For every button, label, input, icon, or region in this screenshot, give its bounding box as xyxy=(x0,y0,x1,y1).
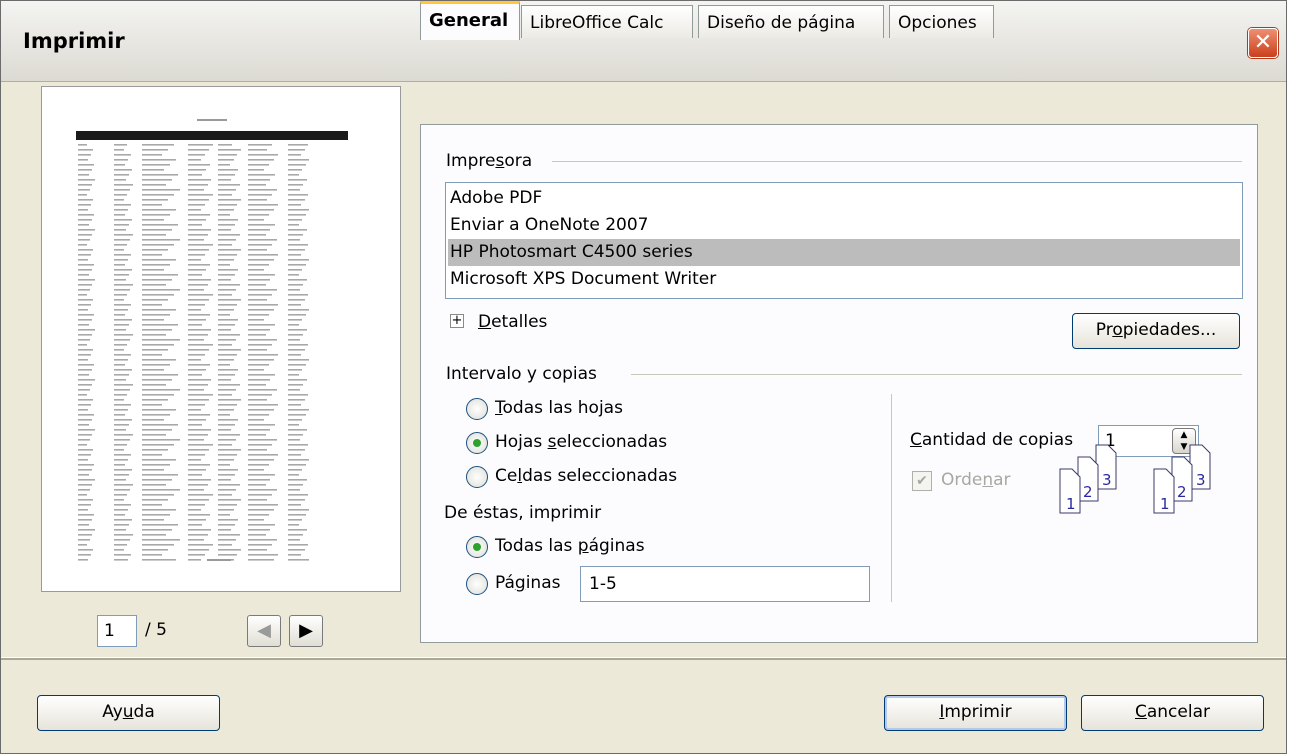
range-copies-section-divider xyxy=(631,374,1242,375)
copies-count-label: Cantidad de copias xyxy=(910,430,1074,450)
print-dialog: Imprimir ✕ 1 / 5 ◀ ▶ General LibreOffice… xyxy=(0,0,1287,754)
preview-page-number-value: 1 xyxy=(104,621,115,641)
preview-page-number-input[interactable]: 1 xyxy=(97,615,137,647)
all-sheets-label[interactable]: Todas las hojas xyxy=(495,398,623,418)
selected-sheets-label[interactable]: Hojas seleccionadas xyxy=(495,432,667,452)
tab-page-layout-label: Diseño de página xyxy=(707,13,856,33)
printer-item-hp-photosmart[interactable]: HP Photosmart C4500 series xyxy=(448,239,1240,266)
page-preview xyxy=(41,86,401,592)
selected-sheets-radio[interactable] xyxy=(466,432,488,454)
tab-options-label: Opciones xyxy=(898,13,977,33)
print-button[interactable]: Imprimir xyxy=(884,695,1067,731)
svg-text:1: 1 xyxy=(1066,495,1076,513)
printer-section-label: Impresora xyxy=(446,151,533,171)
collate-label[interactable]: Ordenar xyxy=(941,470,1011,490)
help-button[interactable]: Ayuda xyxy=(37,695,220,731)
pages-label[interactable]: Páginas xyxy=(495,573,560,593)
radio-selected-dot xyxy=(473,543,481,551)
details-expand-icon[interactable]: + xyxy=(450,314,464,328)
check-icon: ✔ xyxy=(916,473,928,489)
footer-divider xyxy=(1,657,1286,660)
radio-selected-dot xyxy=(473,439,481,447)
pages-radio[interactable] xyxy=(466,573,488,595)
tab-libreoffice-calc[interactable]: LibreOffice Calc xyxy=(521,5,693,38)
tab-options[interactable]: Opciones xyxy=(889,5,994,38)
properties-button[interactable]: Propiedades... xyxy=(1072,313,1240,349)
dialog-title: Imprimir xyxy=(23,29,125,53)
svg-text:3: 3 xyxy=(1102,471,1112,489)
close-button[interactable]: ✕ xyxy=(1248,28,1278,58)
spin-up-icon[interactable]: ▲ xyxy=(1173,429,1195,441)
selected-cells-label[interactable]: Celdas seleccionadas xyxy=(495,466,677,486)
svg-text:2: 2 xyxy=(1083,483,1093,501)
triangle-left-icon: ◀ xyxy=(257,620,271,641)
printer-section-divider xyxy=(552,161,1242,162)
previous-page-button[interactable]: ◀ xyxy=(247,615,281,647)
collate-illustration: 3 2 1 3 2 1 xyxy=(1059,444,1211,514)
printer-item-adobe-pdf[interactable]: Adobe PDF xyxy=(448,185,1240,212)
close-icon: ✕ xyxy=(1253,30,1273,55)
printer-item-onenote[interactable]: Enviar a OneNote 2007 xyxy=(448,212,1240,239)
cancel-button[interactable]: Cancelar xyxy=(1081,695,1264,731)
triangle-right-icon: ▶ xyxy=(299,620,313,641)
collated-pages-icon: 3 2 1 xyxy=(1059,444,1117,514)
preview-page-total: / 5 xyxy=(145,620,167,640)
all-pages-label[interactable]: Todas las páginas xyxy=(495,536,645,556)
print-from-label: De éstas, imprimir xyxy=(444,503,602,523)
range-copies-section-label: Intervalo y copias xyxy=(446,364,597,384)
printer-item-xps-writer[interactable]: Microsoft XPS Document Writer xyxy=(448,266,1240,293)
pages-range-input[interactable]: 1-5 xyxy=(580,566,870,602)
preview-page-thumbnail xyxy=(76,119,348,561)
uncollated-pages-icon: 3 2 1 xyxy=(1153,444,1211,514)
all-sheets-radio[interactable] xyxy=(466,398,488,420)
svg-text:2: 2 xyxy=(1177,483,1187,501)
pages-range-value: 1-5 xyxy=(589,574,617,594)
collate-checkbox[interactable]: ✔ xyxy=(912,471,932,491)
tab-general[interactable]: General xyxy=(420,1,520,40)
tab-libreoffice-calc-label: LibreOffice Calc xyxy=(530,13,664,33)
all-pages-radio[interactable] xyxy=(466,536,488,558)
tab-page-layout[interactable]: Diseño de página xyxy=(698,5,884,38)
tab-general-label: General xyxy=(429,10,509,31)
printer-list[interactable]: Adobe PDF Enviar a OneNote 2007 HP Photo… xyxy=(445,182,1243,299)
next-page-button[interactable]: ▶ xyxy=(289,615,323,647)
svg-text:1: 1 xyxy=(1160,495,1170,513)
copies-divider xyxy=(891,394,892,602)
details-label[interactable]: Detalles xyxy=(478,312,547,332)
selected-cells-radio[interactable] xyxy=(466,466,488,488)
svg-text:3: 3 xyxy=(1196,471,1206,489)
